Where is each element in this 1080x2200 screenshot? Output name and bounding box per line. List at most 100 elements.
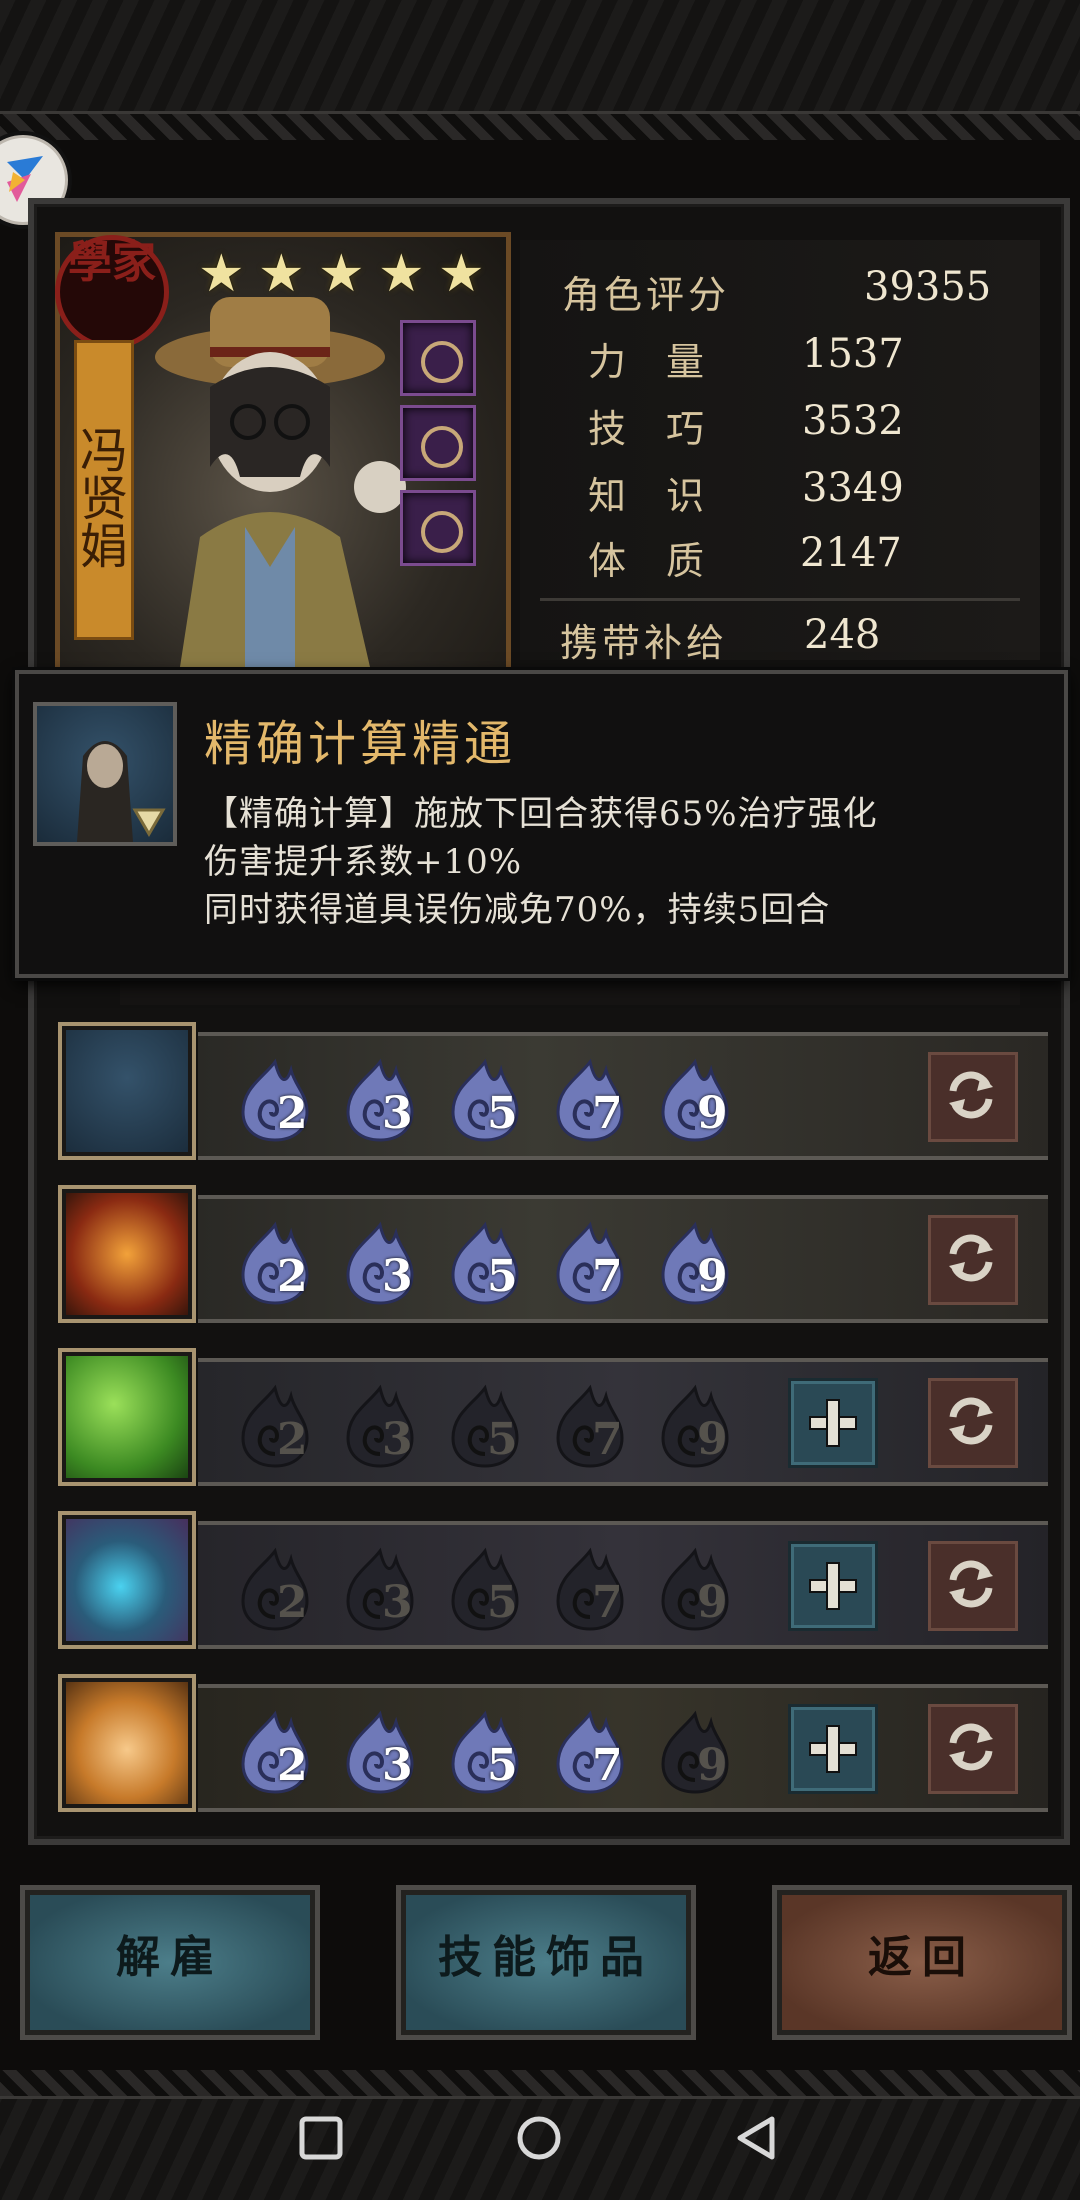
tooltip-line: 【精确计算】施放下回合获得65%治疗强化: [204, 794, 878, 834]
flame-icon: 2: [233, 1384, 317, 1468]
star-icon: ★: [318, 244, 365, 304]
tooltip-skill-icon: [33, 702, 177, 846]
skill-icon-green-hand[interactable]: [58, 1348, 196, 1486]
skill-level-number: 9: [697, 1088, 728, 1139]
stat-value: 3532: [802, 398, 904, 444]
stat-label: 力量: [588, 340, 745, 384]
back-button[interactable]: 返回: [772, 1885, 1072, 2040]
class-seal-text: 學家: [68, 237, 156, 288]
swap-icon[interactable]: [928, 1215, 1018, 1305]
stat-row-supplies: 携带补给 248: [560, 612, 1022, 672]
stat-value: 3349: [802, 465, 904, 511]
flame-icon: 7: [548, 1058, 632, 1142]
swap-icon[interactable]: [928, 1541, 1018, 1631]
skill-level-number: 5: [487, 1251, 518, 1302]
flame-icon: 3: [338, 1221, 422, 1305]
plus-icon[interactable]: [788, 1541, 878, 1631]
back-nav-icon[interactable]: [734, 2115, 780, 2161]
stat-value: 39355: [864, 264, 992, 310]
flame-icon: 2: [233, 1710, 317, 1794]
star-icon: ★: [378, 244, 425, 304]
tooltip-line: 伤害提升系数+10%: [204, 842, 523, 882]
skill-portrait-icon: [77, 741, 166, 842]
skill-level-number: 3: [382, 1577, 413, 1628]
flame-icon: 9: [653, 1384, 737, 1468]
flame-icon: 5: [443, 1221, 527, 1305]
flame-icon: 3: [338, 1384, 422, 1468]
skill-tooltip: 精确计算精通 【精确计算】施放下回合获得65%治疗强化 伤害提升系数+10% 同…: [15, 670, 1068, 978]
flame-icon: 9: [653, 1547, 737, 1631]
skill-level-number: 7: [592, 1251, 623, 1302]
skill-level-number: 3: [382, 1740, 413, 1791]
plus-icon[interactable]: [788, 1704, 878, 1794]
hero-name-banner: 冯贤娟: [71, 340, 134, 640]
skill-level-number: 9: [697, 1577, 728, 1628]
skill-level-number: 2: [277, 1414, 308, 1465]
trinket-slot-2[interactable]: [400, 405, 476, 481]
stat-label: 技巧: [588, 407, 745, 451]
skill-icon-orange-fist[interactable]: [58, 1674, 196, 1812]
stat-row-strength: 力量 1537: [562, 331, 1022, 391]
skill-level-number: 7: [592, 1740, 623, 1791]
swap-icon[interactable]: [928, 1052, 1018, 1142]
skill-level-number: 7: [592, 1088, 623, 1139]
skill-level-number: 5: [487, 1414, 518, 1465]
skill-level-number: 2: [277, 1577, 308, 1628]
circle-nav-icon[interactable]: [516, 2115, 562, 2161]
skill-row: 2 3 5 7 9: [58, 1348, 1048, 1488]
flame-icon: 9: [653, 1058, 737, 1142]
flame-icon: 2: [233, 1547, 317, 1631]
stat-label: 知识: [588, 474, 745, 518]
stat-row-rating: 角色评分 39355: [562, 264, 1022, 324]
star-icon: ★: [258, 244, 305, 304]
skill-level-number: 2: [277, 1251, 308, 1302]
stat-row-knowledge: 知识 3349: [562, 465, 1022, 525]
square-nav-icon[interactable]: [298, 2115, 344, 2161]
skill-row: 2 3 5 7 9: [58, 1511, 1048, 1651]
skill-level-number: 7: [592, 1577, 623, 1628]
hero-stats-panel: 角色评分 39355 力量 1537 技巧 3532 知识 3349 体质 21…: [520, 240, 1040, 665]
hero-star-rating: ★ ★ ★ ★ ★: [198, 244, 498, 304]
skill-trinket-button[interactable]: 技能饰品: [396, 1885, 696, 2040]
stat-value: 1537: [802, 331, 904, 377]
flame-icon: 3: [338, 1547, 422, 1631]
flame-icon: 7: [548, 1384, 632, 1468]
dismiss-button[interactable]: 解雇: [20, 1885, 320, 2040]
skill-level-number: 5: [487, 1577, 518, 1628]
flame-icon: 5: [443, 1710, 527, 1794]
skill-level-number: 5: [487, 1088, 518, 1139]
skill-row: 2 3 5 7 9: [58, 1674, 1048, 1814]
swap-icon[interactable]: [928, 1378, 1018, 1468]
flame-icon: 9: [653, 1221, 737, 1305]
skill-level-number: 9: [697, 1414, 728, 1465]
stat-row-skill: 技巧 3532: [562, 398, 1022, 458]
flame-icon: 5: [443, 1547, 527, 1631]
skill-level-number: 2: [277, 1740, 308, 1791]
skill-row: 2 3 5 7 9: [58, 1022, 1048, 1162]
stat-label: 角色评分: [562, 273, 731, 317]
skill-icon-fire[interactable]: [58, 1185, 196, 1323]
flame-icon: 9: [653, 1710, 737, 1794]
stat-divider: [540, 598, 1020, 601]
top-decor-band: [0, 0, 1080, 140]
tooltip-title: 精确计算精通: [204, 716, 517, 772]
plus-icon[interactable]: [788, 1378, 878, 1468]
star-icon: ★: [438, 244, 485, 304]
star-icon: ★: [198, 244, 245, 304]
class-seal: 學家: [55, 235, 169, 349]
skill-icon-precise-calc[interactable]: [58, 1022, 196, 1160]
stat-row-constitution: 体质 2147: [562, 530, 1022, 590]
skill-level-number: 9: [697, 1740, 728, 1791]
trinket-slot-3[interactable]: [400, 490, 476, 566]
flame-icon: 7: [548, 1547, 632, 1631]
flame-icon: 5: [443, 1058, 527, 1142]
skill-icon-blue-strike[interactable]: [58, 1511, 196, 1649]
trinket-slot-1[interactable]: [400, 320, 476, 396]
stat-label: 携带补给: [560, 621, 729, 665]
flame-icon: 2: [233, 1058, 317, 1142]
skill-level-number: 3: [382, 1088, 413, 1139]
tooltip-line: 同时获得道具误伤减免70%，持续5回合: [204, 890, 831, 930]
skill-row: 2 3 5 7 9: [58, 1185, 1048, 1325]
skill-level-number: 7: [592, 1414, 623, 1465]
swap-icon[interactable]: [928, 1704, 1018, 1794]
